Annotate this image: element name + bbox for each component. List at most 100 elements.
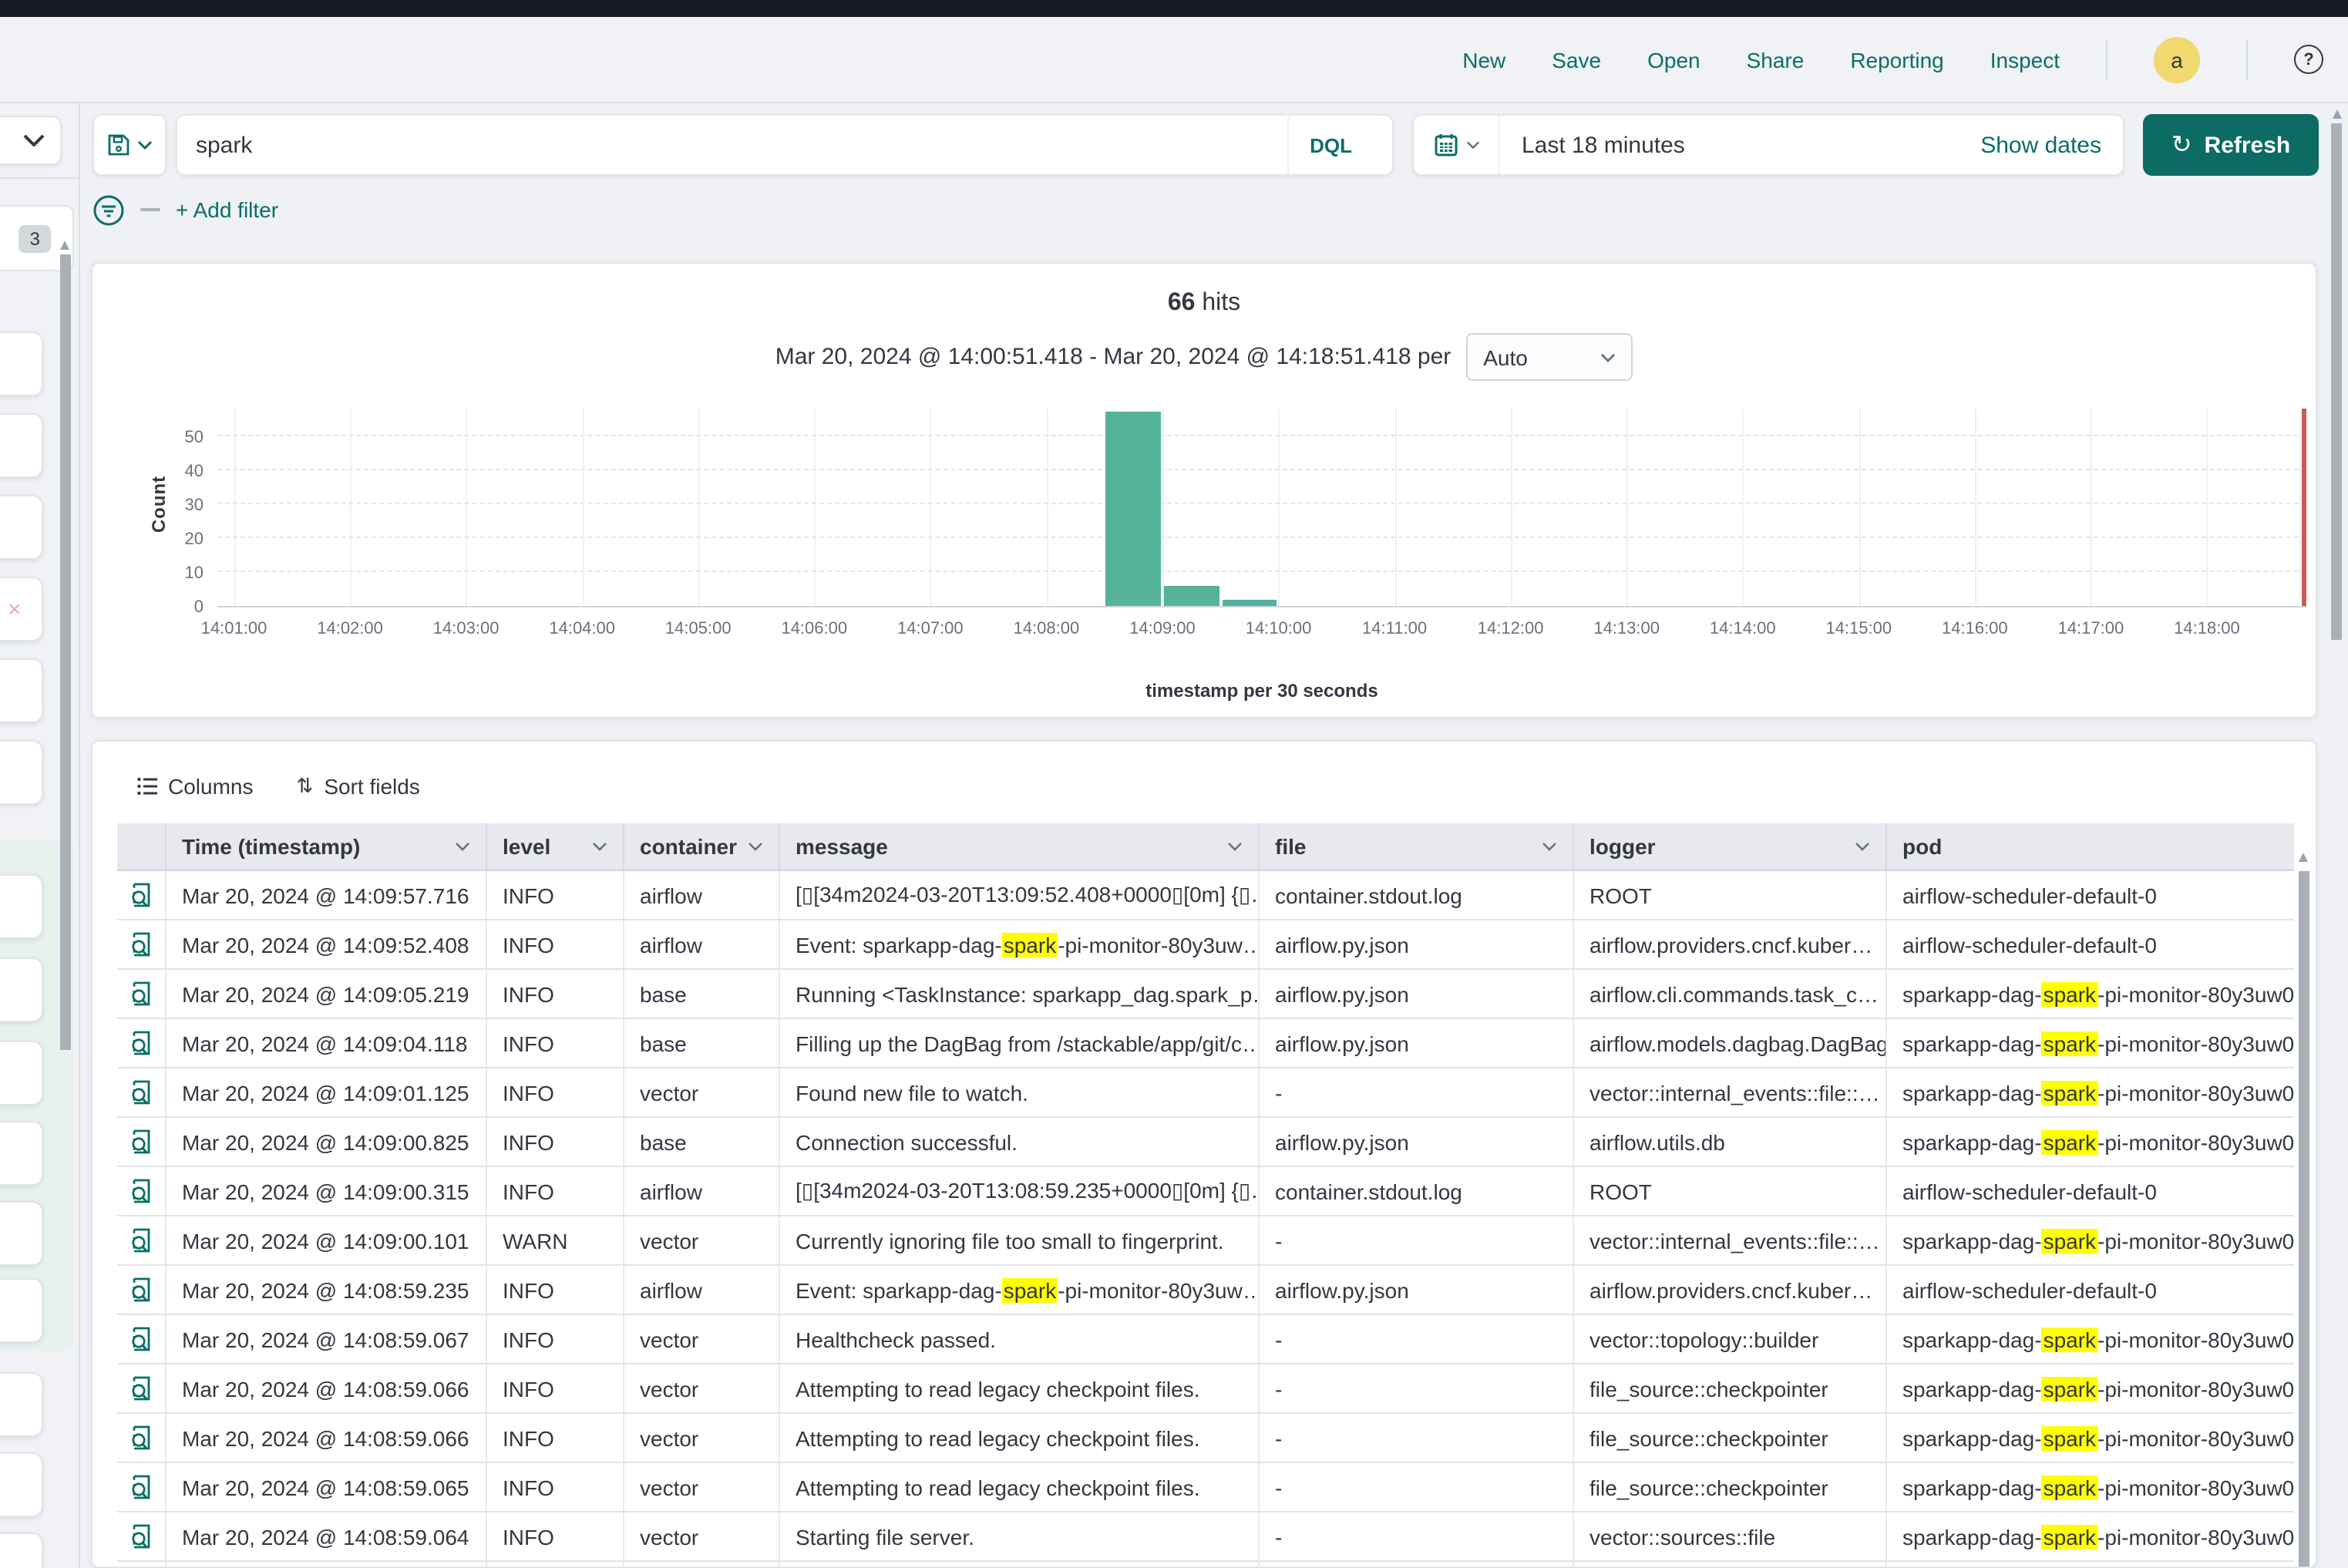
- refresh-icon: ↻: [2171, 130, 2192, 160]
- sidebar-scrollbar-thumb[interactable]: [60, 254, 71, 1050]
- chevron-down-icon[interactable]: [455, 842, 470, 851]
- expand-document-button[interactable]: [117, 1562, 167, 1566]
- show-dates-button[interactable]: Show dates: [1980, 132, 2123, 158]
- cell-pod: airflow-scheduler-default-0: [1887, 1266, 2294, 1314]
- field-card[interactable]: [0, 874, 43, 939]
- expand-document-button[interactable]: [117, 1315, 167, 1363]
- cell-container: vector: [624, 1512, 780, 1560]
- remove-field-icon[interactable]: ×: [0, 596, 22, 622]
- field-card[interactable]: ×: [0, 577, 43, 641]
- scroll-up-arrow-icon[interactable]: [60, 241, 69, 250]
- histogram-bar[interactable]: [1164, 586, 1219, 606]
- chevron-down-icon[interactable]: [1855, 842, 1870, 851]
- expand-document-button[interactable]: [117, 920, 167, 968]
- expand-document-button[interactable]: [117, 1364, 167, 1412]
- x-axis-tick-label: 14:15:00: [1825, 620, 1892, 638]
- nav-save[interactable]: Save: [1552, 47, 1601, 72]
- expand-document-button[interactable]: [117, 1512, 167, 1560]
- cell-message: Currently ignoring file too small to fin…: [780, 1216, 1260, 1264]
- field-card[interactable]: [0, 413, 43, 478]
- column-header-logger[interactable]: logger: [1574, 823, 1887, 870]
- chevron-down-icon: [137, 140, 153, 150]
- chart-plot[interactable]: Count 14:01:0014:02:0014:03:0014:04:0014…: [217, 409, 2306, 607]
- expand-document-button[interactable]: [117, 1068, 167, 1116]
- chevron-down-icon[interactable]: [1227, 842, 1243, 851]
- chevron-down-icon[interactable]: [1542, 842, 1557, 851]
- cell-file: -: [1260, 1068, 1574, 1116]
- sidebar-scrollbar[interactable]: [60, 241, 71, 1568]
- column-header-pod[interactable]: pod: [1887, 823, 2294, 870]
- page-scrollbar[interactable]: [2331, 103, 2343, 1568]
- cell-file: [1260, 1562, 1574, 1566]
- histogram-bar[interactable]: [1106, 412, 1161, 606]
- user-avatar[interactable]: a: [2154, 36, 2200, 82]
- nav-share[interactable]: Share: [1747, 47, 1805, 72]
- field-card[interactable]: [0, 1201, 43, 1266]
- column-header-file[interactable]: file: [1260, 823, 1574, 870]
- field-card[interactable]: [0, 1041, 43, 1105]
- chevron-down-icon[interactable]: [748, 842, 763, 851]
- cell-logger: [1574, 1562, 1887, 1566]
- column-header-time[interactable]: Time (timestamp): [167, 823, 487, 870]
- collapse-sidebar-button[interactable]: [0, 116, 62, 165]
- expand-document-button[interactable]: [117, 1019, 167, 1067]
- expand-document-button[interactable]: [117, 1216, 167, 1264]
- field-card[interactable]: [0, 658, 43, 723]
- cell-message: Attempting to read legacy checkpoint fil…: [780, 1414, 1260, 1462]
- column-header-level[interactable]: level: [487, 823, 624, 870]
- sort-fields-button[interactable]: ⇅ Sort fields: [297, 773, 420, 798]
- expand-document-button[interactable]: [117, 1266, 167, 1314]
- page-scrollbar-thumb[interactable]: [2331, 123, 2342, 640]
- nav-new[interactable]: New: [1462, 47, 1505, 72]
- filter-icon[interactable]: [93, 193, 125, 226]
- query-language-button[interactable]: DQL: [1288, 133, 1374, 156]
- help-icon[interactable]: ?: [2294, 45, 2323, 74]
- cell-level: INFO: [487, 970, 624, 1018]
- chart-vertical-gridline: [1626, 409, 1628, 606]
- field-card[interactable]: [0, 331, 43, 396]
- cell-level: INFO: [487, 871, 624, 919]
- field-card[interactable]: [0, 1372, 43, 1437]
- expand-document-button[interactable]: [117, 871, 167, 919]
- cell-level: INFO: [487, 1068, 624, 1116]
- expand-document-button[interactable]: [117, 1414, 167, 1462]
- cell-file: airflow.py.json: [1260, 1118, 1574, 1166]
- field-card[interactable]: [0, 1278, 43, 1343]
- expand-document-button[interactable]: [117, 970, 167, 1018]
- field-card[interactable]: [0, 1121, 43, 1186]
- cell-container: airflow: [624, 920, 780, 968]
- field-card[interactable]: [0, 740, 43, 805]
- expand-document-button[interactable]: [117, 1118, 167, 1166]
- refresh-button[interactable]: ↻ Refresh: [2143, 114, 2319, 176]
- add-filter-button[interactable]: + Add filter: [176, 197, 278, 222]
- saved-query-menu-button[interactable]: [93, 114, 167, 176]
- chevron-down-icon[interactable]: [592, 842, 607, 851]
- field-card[interactable]: [0, 1452, 43, 1517]
- table-scrollbar-thumb[interactable]: [2299, 871, 2309, 1566]
- field-card[interactable]: [0, 1533, 43, 1568]
- column-header-label: message: [796, 834, 888, 859]
- search-input[interactable]: spark DQL: [176, 114, 1394, 176]
- nav-open[interactable]: Open: [1647, 47, 1700, 72]
- field-card[interactable]: [0, 957, 43, 1022]
- date-quick-select-button[interactable]: [1414, 116, 1500, 174]
- expand-document-button[interactable]: [117, 1167, 167, 1215]
- y-axis-label: Count: [148, 473, 170, 535]
- table-row: Mar 20, 2024 @ 14:09:52.408INFOairflowEv…: [117, 920, 2294, 970]
- histogram-bar[interactable]: [1222, 599, 1277, 606]
- field-card[interactable]: [0, 495, 43, 560]
- nav-divider: [2106, 39, 2107, 79]
- table-scrollbar[interactable]: [2299, 871, 2309, 1566]
- column-header-message[interactable]: message: [780, 823, 1260, 870]
- scroll-up-arrow-icon[interactable]: [2332, 109, 2341, 119]
- filter-dash: [140, 208, 160, 211]
- cell-pod: sparkapp-dag-spark-pi-monitor-80y3uw09: [1887, 1315, 2294, 1363]
- interval-select[interactable]: Auto: [1466, 333, 1633, 381]
- column-header-container[interactable]: container: [624, 823, 780, 870]
- nav-reporting[interactable]: Reporting: [1850, 47, 1943, 72]
- nav-inspect[interactable]: Inspect: [1990, 47, 2060, 72]
- expand-document-button[interactable]: [117, 1463, 167, 1511]
- columns-button[interactable]: Columns: [137, 773, 254, 798]
- time-range-value[interactable]: Last 18 minutes: [1500, 132, 1980, 158]
- scroll-up-arrow-icon[interactable]: [2299, 853, 2308, 862]
